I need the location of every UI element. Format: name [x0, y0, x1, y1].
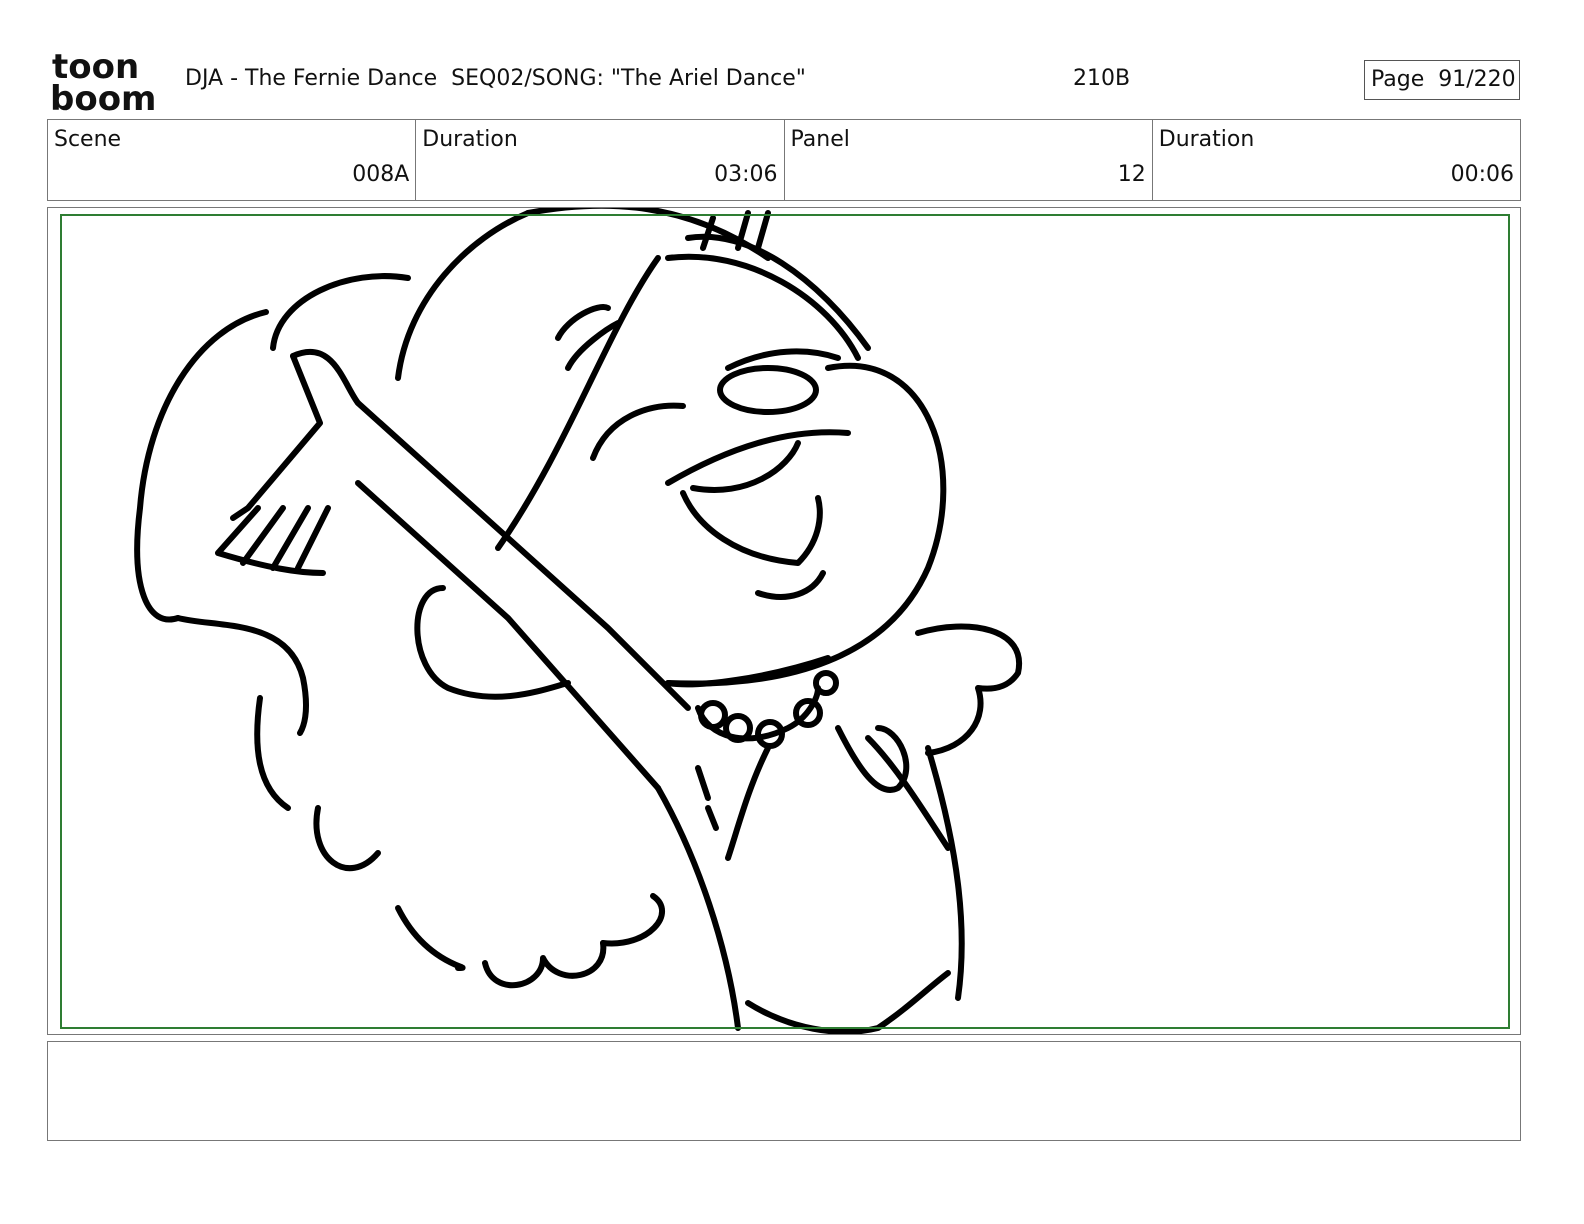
panel-duration-label: Duration	[1158, 127, 1255, 152]
scene-duration-label: Duration	[422, 127, 518, 152]
panel-notes-box	[47, 1041, 1521, 1141]
panel-value: 12	[1117, 162, 1146, 187]
scene-value: 008A	[352, 162, 410, 187]
toon-boom-logo-icon: toon boom	[50, 50, 156, 114]
page-indicator: Page 91/220	[1364, 60, 1520, 100]
sequence-code: 210B	[1073, 66, 1131, 91]
scene-info-table: Scene 008A Duration 03:06 Panel 12 Durat…	[47, 119, 1521, 201]
storyboard-panel	[47, 207, 1521, 1035]
document-title: DJA - The Fernie Dance SEQ02/SONG: "The …	[185, 66, 806, 91]
panel-duration-value: 00:06	[1450, 162, 1514, 187]
logo-text-bottom: boom	[50, 79, 156, 114]
safe-area-frame	[60, 214, 1510, 1029]
scene-duration-value: 03:06	[714, 162, 778, 187]
scene-duration-cell: Duration 03:06	[415, 120, 783, 200]
panel-duration-cell: Duration 00:06	[1151, 120, 1520, 200]
panel-cell: Panel 12	[783, 120, 1152, 200]
scene-cell: Scene 008A	[48, 120, 415, 200]
scene-label: Scene	[54, 127, 122, 152]
panel-label: Panel	[790, 127, 850, 152]
